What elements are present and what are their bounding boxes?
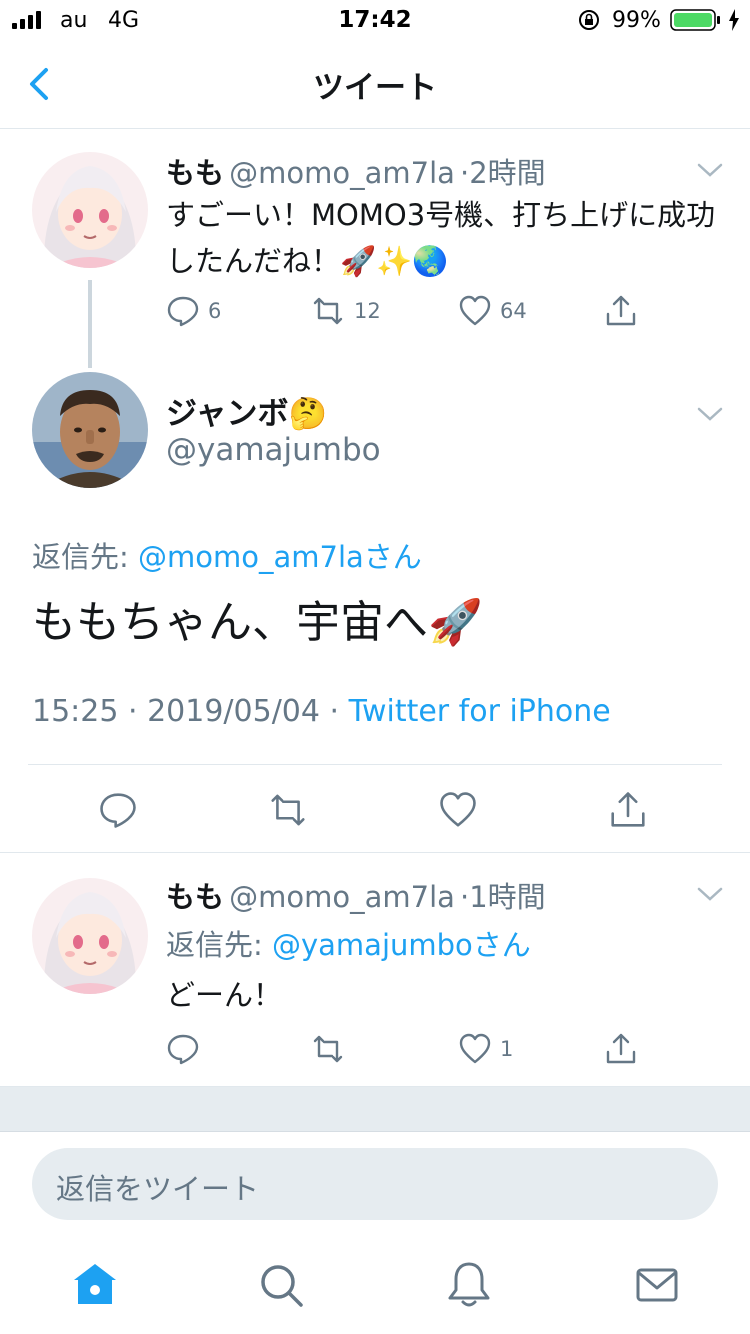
reply-icon [167, 1034, 199, 1065]
author-handle[interactable]: @yamajumbo [166, 432, 381, 468]
tweet-text: どーん！ [166, 978, 283, 1012]
battery-icon [670, 9, 720, 31]
feed-end-spacer [0, 1086, 750, 1132]
reply-context: 返信先: @momo_am7laさん [32, 534, 422, 576]
reply-action[interactable] [166, 1032, 200, 1066]
author-name[interactable]: ジャンボ🤔 [166, 388, 327, 433]
thread-connector-line [88, 280, 92, 368]
reply-composer-input[interactable]: 返信をツイート [32, 1148, 718, 1220]
tweet-header: もも @momo_am7la ·2時間 [166, 150, 546, 192]
retweet-action[interactable]: 12 [310, 294, 381, 328]
reply-count: 6 [208, 299, 222, 323]
search-icon[interactable] [254, 1258, 308, 1312]
reply-action[interactable]: 6 [166, 294, 221, 328]
avatar-jumbo[interactable] [32, 372, 148, 488]
reply-prefix: 返信先: [166, 928, 272, 962]
messages-envelope-icon[interactable] [630, 1258, 684, 1312]
reply-to-link[interactable]: @momo_am7laさん [138, 540, 422, 574]
page-title: ツイート [313, 70, 437, 106]
reply-context: 返信先: @yamajumboさん [166, 922, 531, 964]
chevron-down-icon[interactable] [696, 404, 724, 424]
notifications-bell-icon[interactable] [442, 1258, 496, 1312]
share-icon[interactable] [604, 1032, 638, 1066]
source-link[interactable]: Twitter for iPhone [349, 694, 611, 729]
tweet-header: もも @momo_am7la ·1時間 [166, 874, 546, 916]
like-action[interactable]: 1 [458, 1032, 513, 1066]
main-tweet-text: ももちゃん、宇宙へ🚀 [32, 597, 483, 648]
like-count: 1 [500, 1037, 514, 1061]
reply-icon [167, 296, 199, 327]
heart-icon [459, 1033, 491, 1064]
reply-prefix: 返信先: [32, 540, 138, 574]
avatar-momo[interactable] [32, 878, 148, 994]
author-name[interactable]: もも [166, 880, 224, 914]
author-name[interactable]: もも [166, 156, 224, 190]
divider [28, 764, 722, 765]
share-icon[interactable] [608, 790, 648, 830]
like-count: 64 [500, 299, 527, 323]
heart-icon[interactable] [438, 790, 478, 830]
tweet-timestamp: 15:25 · 2019/05/04 · Twitter for iPhone [32, 694, 611, 729]
tweet-date: 15:25 · 2019/05/04 · [32, 694, 349, 729]
author-handle[interactable]: @momo_am7la [229, 880, 455, 914]
reply-to-link[interactable]: @yamajumboさん [272, 928, 531, 962]
orientation-lock-icon [579, 10, 599, 30]
tweet-text: すごーい！MOMO3号機、打ち上げに成功したんだね！🚀✨🌏 [166, 198, 716, 278]
author-handle[interactable]: @momo_am7la [229, 156, 455, 190]
tweet-time: ·1時間 [460, 880, 546, 914]
share-icon[interactable] [604, 294, 638, 328]
charging-icon [729, 9, 739, 31]
chevron-down-icon[interactable] [696, 160, 724, 180]
retweet-icon [313, 297, 343, 325]
battery-percent: 99% [612, 8, 661, 33]
like-action[interactable]: 64 [458, 294, 527, 328]
nav-header: ツイート [0, 40, 750, 129]
reply-icon[interactable] [98, 790, 138, 830]
chevron-down-icon[interactable] [696, 884, 724, 904]
tweet-time: ·2時間 [460, 156, 546, 190]
home-icon[interactable] [68, 1258, 122, 1312]
retweet-count: 12 [354, 299, 381, 323]
avatar-momo[interactable] [32, 152, 148, 268]
heart-icon [459, 295, 491, 326]
divider [0, 852, 750, 853]
status-bar: au 4G 17:42 99% [0, 0, 750, 40]
retweet-icon[interactable] [266, 790, 310, 830]
retweet-action[interactable] [310, 1032, 346, 1066]
retweet-icon [313, 1035, 343, 1063]
